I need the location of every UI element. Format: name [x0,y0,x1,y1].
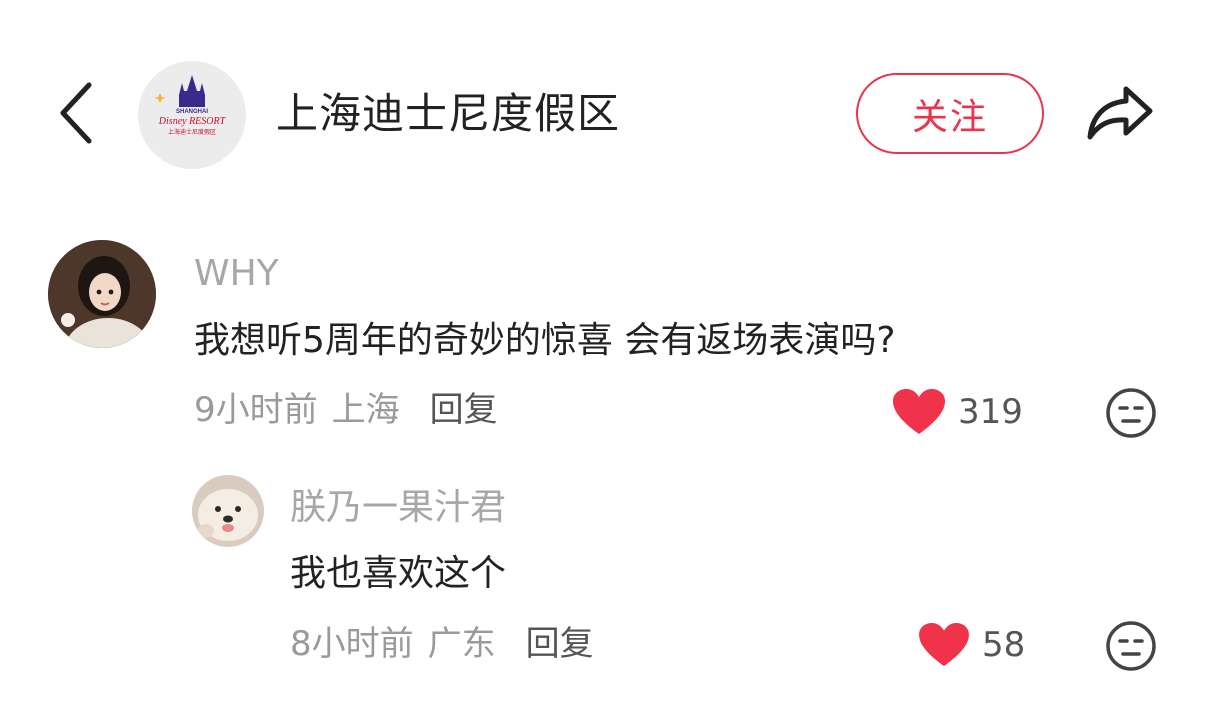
like-count: 58 [982,625,1026,665]
comment-time: 9小时前 [194,390,318,430]
page-title[interactable]: 上海迪士尼度假区 [276,86,620,142]
comment-username[interactable]: 朕乃一果汁君 [290,484,506,532]
like-count: 319 [958,392,1023,432]
share-icon [1087,86,1153,140]
share-button[interactable] [1084,80,1156,146]
comment-location: 上海 [331,390,400,430]
reply-comment-item: 朕乃一果汁君 我也喜欢这个 8小时前 广东 回复 58 [0,466,1206,696]
comment-item: WHY 我想听5周年的奇妙的惊喜 会有返场表演吗? 9小时前 上海 回复 319 [0,230,1206,450]
comment-meta: 8小时前 广东 回复 [290,620,594,668]
comment-time: 8小时前 [290,624,414,664]
account-avatar[interactable]: SHANGHAI Disney RESORT 上海迪士尼度假区 [138,61,246,169]
reply-button[interactable]: 回复 [430,386,498,434]
avatar-dog-image [192,475,264,547]
like-button[interactable]: 58 [918,621,1025,669]
unamused-face-icon [1106,388,1156,438]
heart-icon [893,389,945,434]
comment-text: 我想听5周年的奇妙的惊喜 会有返场表演吗? [194,320,896,361]
chevron-left-icon [60,82,92,144]
comment-location: 广东 [427,624,496,664]
top-bar: SHANGHAI Disney RESORT 上海迪士尼度假区 上海迪士尼度假区… [0,0,1206,210]
comment-text: 我也喜欢这个 [290,553,507,594]
like-button[interactable]: 319 [892,388,1023,436]
dislike-button[interactable] [1104,386,1158,440]
comment-meta: 9小时前 上海 回复 [194,386,498,434]
follow-button[interactable]: 关注 [856,73,1044,154]
heart-icon [919,622,969,667]
comment-username[interactable]: WHY [194,250,279,298]
unamused-face-icon [1106,621,1156,671]
avatar-portrait-image [48,240,156,348]
user-avatar[interactable] [48,240,156,348]
dislike-button[interactable] [1104,619,1158,673]
logo-line3: 上海迪士尼度假区 [168,128,216,136]
logo-line2: Disney RESORT [158,116,227,127]
reply-button[interactable]: 回复 [526,620,594,668]
logo-line1: SHANGHAI [176,109,208,115]
user-avatar[interactable] [192,475,264,547]
back-button[interactable] [52,80,100,146]
disney-resort-logo: SHANGHAI Disney RESORT 上海迪士尼度假区 [138,61,246,169]
